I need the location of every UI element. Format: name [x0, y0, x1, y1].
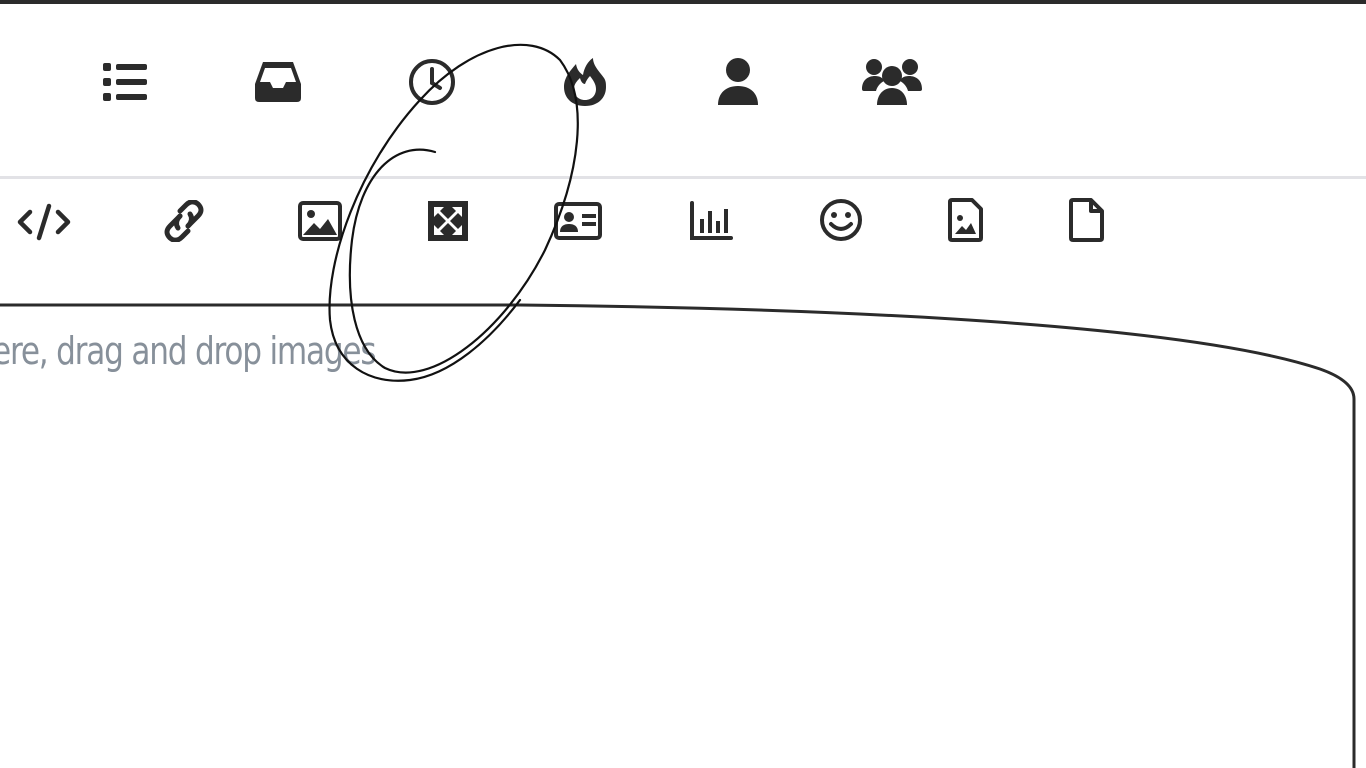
list-icon[interactable] — [93, 50, 157, 114]
smile-icon[interactable] — [811, 190, 871, 250]
link-icon[interactable] — [154, 191, 214, 251]
code-icon[interactable] — [14, 192, 74, 252]
editor-toolbar — [0, 179, 1366, 289]
expand-icon[interactable] — [418, 191, 478, 251]
clock-icon[interactable] — [400, 50, 464, 114]
file-image-icon[interactable] — [936, 190, 996, 250]
fire-icon[interactable] — [553, 50, 617, 114]
inbox-icon[interactable] — [246, 50, 310, 114]
editor-textarea[interactable]: ere, drag and drop images — [0, 289, 1366, 768]
file-icon[interactable] — [1057, 190, 1117, 250]
users-icon[interactable] — [860, 50, 924, 114]
nav-bar — [0, 4, 1366, 176]
user-icon[interactable] — [706, 50, 770, 114]
id-card-icon[interactable] — [548, 191, 608, 251]
image-icon[interactable] — [290, 191, 350, 251]
chart-icon[interactable] — [681, 191, 741, 251]
editor-placeholder: ere, drag and drop images — [0, 329, 377, 373]
